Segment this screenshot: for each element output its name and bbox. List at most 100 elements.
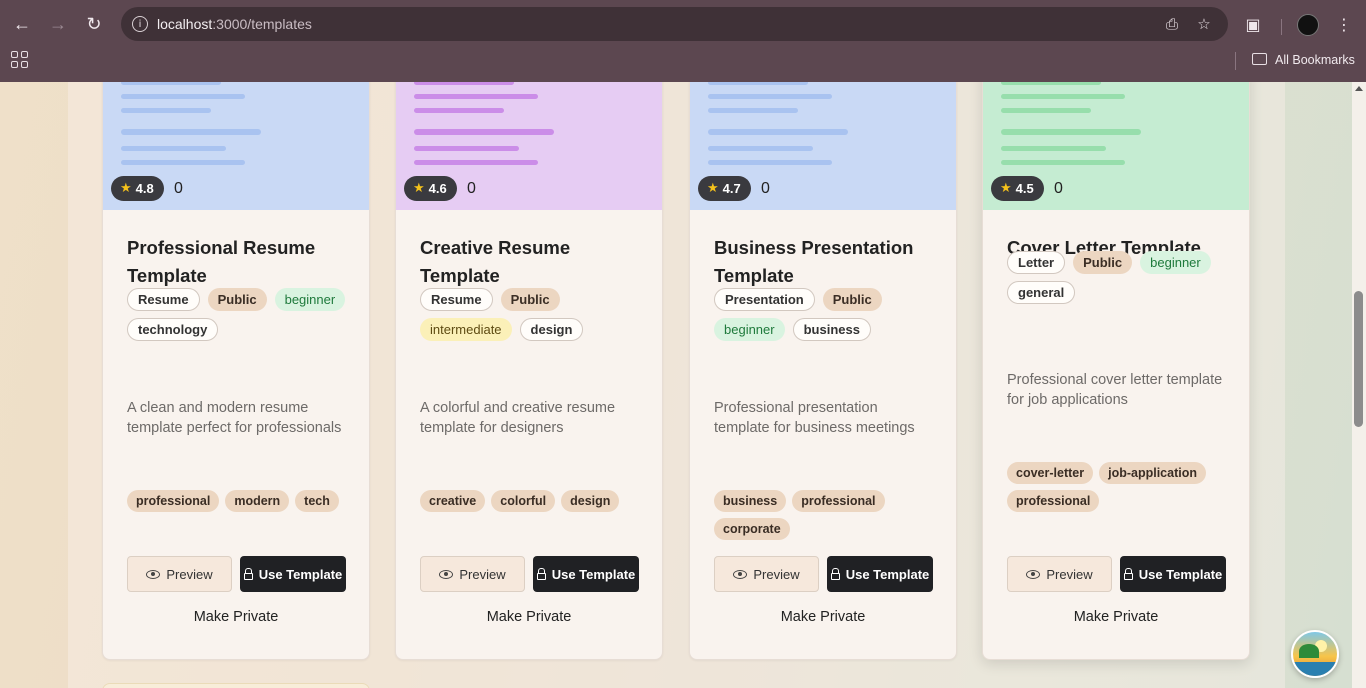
category-badge: general [1007, 281, 1076, 304]
rating-badge: ★ 4.8 [111, 176, 164, 201]
rating-value: 4.8 [135, 181, 154, 196]
thumbnail-line [414, 108, 504, 113]
install-app-icon[interactable]: ⎙ [1161, 13, 1183, 35]
category-badge: Resume [420, 288, 493, 311]
rating-value: 4.7 [722, 181, 741, 196]
use-template-button[interactable]: Use Template [533, 556, 639, 592]
use-template-button[interactable]: Use Template [240, 556, 346, 592]
scroll-up-arrow[interactable] [1355, 86, 1363, 91]
preview-label: Preview [459, 566, 506, 582]
make-private-button[interactable]: Make Private [690, 609, 956, 625]
rating-value: 4.6 [428, 181, 447, 196]
assistant-fab-icon[interactable] [1291, 630, 1339, 678]
bookmarks-bar: All Bookmarks [0, 46, 1366, 76]
rating-value: 4.5 [1015, 181, 1034, 196]
category-badge: Public [500, 288, 560, 311]
category-badge: Presentation [714, 288, 815, 311]
template-thumbnail[interactable]: ★ 4.7 0 [690, 82, 956, 210]
make-private-button[interactable]: Make Private [983, 609, 1249, 625]
template-card: ★ 4.8 0 Professional Resume Template Resume P… [102, 82, 370, 660]
toolbar: ← → ↻ i localhost:3000/templates ⎙ ☆ ▣ ⋮ [0, 6, 1366, 42]
thumbnail-line [121, 146, 226, 151]
forward-icon[interactable]: → [44, 10, 72, 38]
eye-icon [439, 569, 454, 579]
tag-chip: job-application [1099, 462, 1206, 484]
preview-button[interactable]: Preview [714, 556, 819, 592]
page-scrollbar[interactable] [1352, 82, 1366, 688]
category-badge: Public [1073, 251, 1133, 274]
all-bookmarks-button[interactable]: All Bookmarks [1275, 53, 1355, 67]
category-badge: beginner [714, 318, 785, 341]
tag-list: business professional corporate [714, 490, 944, 540]
category-badge: beginner [1140, 251, 1211, 274]
lock-icon [830, 567, 840, 580]
preview-label: Preview [166, 566, 213, 582]
tab-search-icon[interactable]: ▣ [1241, 12, 1265, 36]
template-description: A clean and modern resume template perfe… [127, 400, 342, 436]
template-description: Professional presentation template for b… [714, 400, 915, 436]
thumbnail-line [708, 108, 798, 113]
page-viewport: ★ 4.8 0 Professional Resume Template Resume P… [0, 82, 1352, 688]
make-private-button[interactable]: Make Private [103, 609, 369, 625]
bookmark-star-icon[interactable]: ☆ [1193, 13, 1215, 35]
usage-count: 0 [1054, 180, 1063, 197]
reload-icon[interactable]: ↻ [80, 10, 108, 38]
use-template-button[interactable]: Use Template [827, 556, 933, 592]
thumbnail-line [1001, 108, 1091, 113]
template-title: Creative Resume Template [420, 237, 571, 286]
thumbnail-line [708, 94, 832, 99]
folder-icon [1252, 53, 1267, 65]
thumbnail-line [121, 94, 245, 99]
url-text: localhost:3000/templates [157, 16, 312, 32]
menu-icon[interactable]: ⋮ [1332, 12, 1356, 36]
eye-icon [146, 569, 161, 579]
site-info-icon[interactable]: i [132, 16, 148, 32]
template-thumbnail[interactable]: ★ 4.5 0 [983, 82, 1249, 210]
use-template-button[interactable]: Use Template [1120, 556, 1226, 592]
thumbnail-line [121, 129, 261, 135]
apps-icon[interactable] [11, 51, 28, 68]
template-card: ★ 4.5 0 Cover Letter Template Letter Public be… [982, 82, 1250, 660]
rating-badge: ★ 4.7 [698, 176, 751, 201]
category-badge: Public [207, 288, 267, 311]
category-badge: Resume [127, 288, 200, 311]
use-template-label: Use Template [258, 566, 343, 582]
star-icon: ★ [413, 181, 425, 196]
badge-group: Resume Public beginner technology [127, 288, 357, 341]
back-icon[interactable]: ← [8, 10, 36, 38]
use-template-label: Use Template [551, 566, 636, 582]
preview-button[interactable]: Preview [127, 556, 232, 592]
scroll-thumb[interactable] [1354, 291, 1363, 427]
use-template-label: Use Template [845, 566, 930, 582]
thumbnail-line [121, 160, 245, 165]
browser-chrome: ← → ↻ i localhost:3000/templates ⎙ ☆ ▣ ⋮… [0, 0, 1366, 82]
category-badge: beginner [274, 288, 346, 311]
tag-chip: design [561, 490, 620, 512]
tag-list: creative colorful design [420, 490, 650, 512]
thumbnail-line [1001, 82, 1101, 85]
thumbnail-line [1001, 160, 1125, 165]
thumbnail-line [414, 146, 519, 151]
preview-button[interactable]: Preview [1007, 556, 1112, 592]
category-badge: Letter [1007, 251, 1066, 274]
template-thumbnail[interactable]: ★ 4.6 0 [396, 82, 662, 210]
profile-avatar[interactable] [1297, 14, 1319, 36]
address-bar[interactable]: i localhost:3000/templates ⎙ ☆ [121, 7, 1228, 41]
category-badge: Public [822, 288, 882, 311]
thumbnail-line [414, 82, 514, 85]
template-description: Professional cover letter template for j… [1007, 372, 1223, 408]
template-thumbnail[interactable]: ★ 4.8 0 [103, 82, 369, 210]
tag-list: cover-letter job-application professional [1007, 462, 1237, 512]
badge-group: Resume Public intermediate design [420, 288, 650, 341]
rating-badge: ★ 4.6 [404, 176, 457, 201]
tag-chip: professional [127, 490, 220, 512]
tag-chip: colorful [491, 490, 556, 512]
toolbar-separator [1281, 19, 1282, 35]
usage-count: 0 [467, 180, 476, 197]
tag-chip: creative [420, 490, 486, 512]
tag-chip: cover-letter [1007, 462, 1094, 484]
lock-icon [536, 567, 546, 580]
preview-button[interactable]: Preview [420, 556, 525, 592]
make-private-button[interactable]: Make Private [396, 609, 662, 625]
badge-group: Letter Public beginner general [1007, 251, 1237, 304]
